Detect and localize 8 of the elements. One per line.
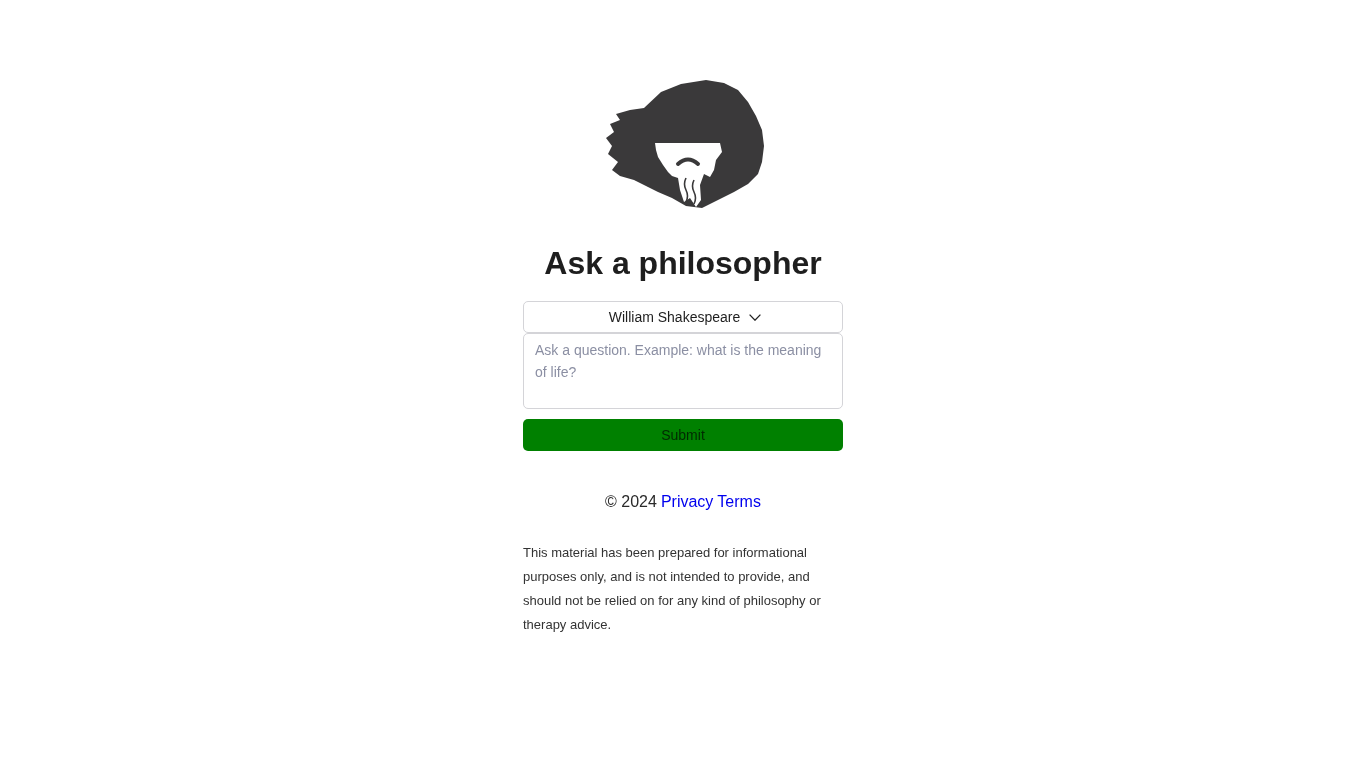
question-field[interactable]: Ask a question. Example: what is the meaning of life?	[523, 333, 843, 409]
footer-link[interactable]: Terms	[717, 493, 761, 511]
philosopher-select[interactable]: William Shakespeare	[523, 301, 843, 333]
copyright-text: © 2024	[605, 493, 657, 511]
chevron-down-icon	[749, 313, 762, 321]
page-title: Ask a philosopher	[544, 244, 822, 282]
disclaimer-text: This material has been prepared for informational purposes only, and is not intended to provide, and should not be relied on for any kind of philosophy or therapy advice.	[523, 544, 822, 634]
footer-link[interactable]: Privacy	[660, 493, 714, 511]
